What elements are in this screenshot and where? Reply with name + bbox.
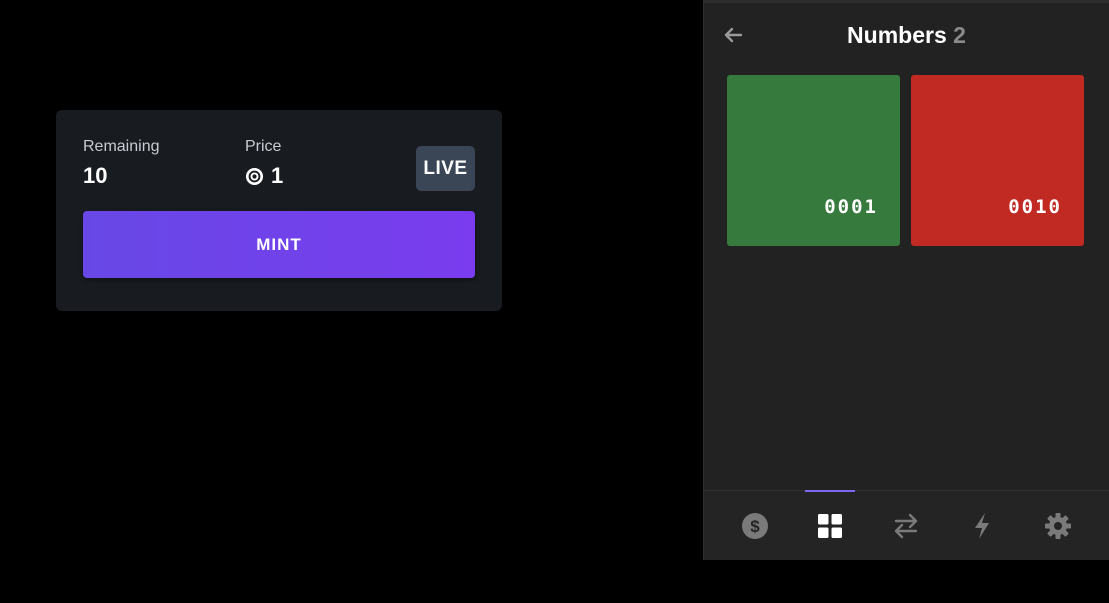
nft-tile[interactable]: 0001 <box>727 75 900 246</box>
nav-collectibles[interactable] <box>805 490 855 560</box>
wallet-panel: Numbers 2 0001 0010 $ <box>703 0 1109 560</box>
nft-grid: 0001 0010 <box>727 75 1084 246</box>
dollar-icon: $ <box>742 512 768 539</box>
remaining-value: 10 <box>83 163 108 188</box>
gear-icon <box>1045 512 1071 539</box>
remaining-label: Remaining <box>83 138 160 155</box>
price-label: Price <box>245 138 282 155</box>
bottom-nav: $ <box>704 490 1109 560</box>
nav-activity[interactable] <box>957 491 1007 560</box>
nft-label: 0010 <box>1008 196 1062 218</box>
nft-tile[interactable]: 0010 <box>911 75 1084 246</box>
lightning-icon <box>975 512 989 539</box>
status-badge: LIVE <box>416 146 475 191</box>
svg-text:$: $ <box>750 517 760 536</box>
collection-name: Numbers <box>847 22 947 48</box>
swap-icon <box>894 513 918 538</box>
nav-swap[interactable] <box>881 491 931 560</box>
panel-top-border <box>704 0 1109 3</box>
collection-count: 2 <box>953 22 966 48</box>
solana-coin-icon <box>245 167 264 185</box>
price-row: 1 <box>245 163 283 189</box>
mint-button[interactable]: MINT <box>83 211 475 278</box>
page-title: Numbers 2 <box>704 22 1109 49</box>
price-value: 1 <box>271 163 284 188</box>
grid-icon <box>818 513 842 538</box>
page: Remaining 10 Price 1 LIVE MINT Numbers 2 <box>0 0 1109 603</box>
mint-card: Remaining 10 Price 1 LIVE MINT <box>56 110 502 311</box>
nav-settings[interactable] <box>1033 491 1083 560</box>
nav-balances[interactable]: $ <box>730 491 780 560</box>
nft-label: 0001 <box>824 196 878 218</box>
